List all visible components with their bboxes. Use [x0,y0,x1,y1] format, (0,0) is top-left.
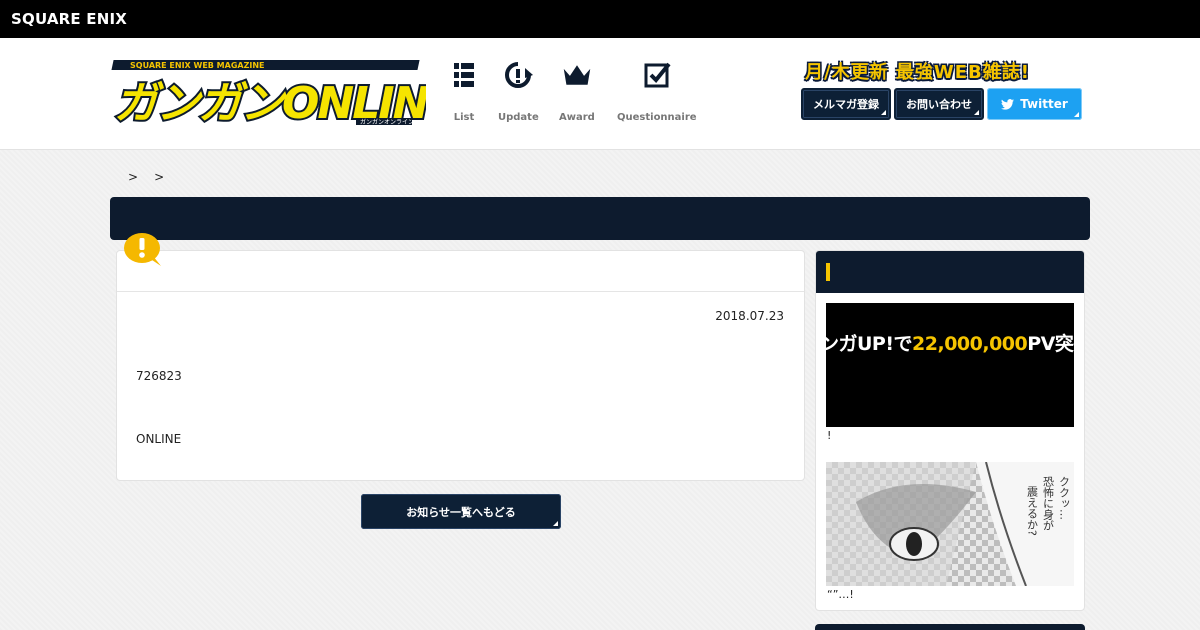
svg-text:震えるか?: 震えるか? [1026,486,1039,536]
breadcrumb-separator: > [154,170,165,184]
nav-update-label: Update [498,112,539,123]
sidebar-header [816,251,1084,293]
sidebar-panel: ンガUP!で22,000,000PV突破 ! ククッ… 恐怖に身が 震えるか? … [815,250,1085,611]
contact-button-label: お問い合わせ [906,98,972,111]
square-enix-logo[interactable]: SQUARE ENIX [11,10,127,28]
sidebar-panel-next [815,624,1085,630]
twitter-button-label: Twitter [1020,97,1068,111]
back-button-label: お知らせ一覧へもどる [406,505,516,519]
twitter-bird-icon [1001,98,1015,110]
banner-headline-part: PV突破 [1027,333,1074,355]
pv-milestone-banner[interactable]: ンガUP!で22,000,000PV突破 [826,303,1074,427]
back-to-news-list-button[interactable]: お知らせ一覧へもどる [361,494,561,529]
mailmag-button[interactable]: メルマガ登録 [801,88,891,120]
article-paragraph: ONLINE [136,432,182,446]
nav-award-label: Award [559,112,595,123]
sidebar-header-accent [826,263,830,281]
site-header: SQUARE ENIX WEB MAGAZINE ガンガンONLINE ガンガン… [0,38,1200,150]
banner-headline-number: 22,000,000 [912,333,1028,355]
checkbox-icon [644,62,671,88]
nav-questionnaire-label: Questionnaire [617,112,697,123]
nav-update[interactable]: Update [498,60,539,123]
svg-text:SQUARE ENIX WEB MAGAZINE: SQUARE ENIX WEB MAGAZINE [130,61,265,70]
article-paragraph: 726823 [136,369,182,383]
banner-caption: “”…! [827,588,854,601]
exclamation-bubble-icon [124,233,161,266]
crown-icon [563,65,591,85]
twitter-button[interactable]: Twitter [987,88,1082,120]
manga-illustration: ククッ… 恐怖に身が 震えるか? [826,462,1074,586]
page-title-banner [110,197,1090,240]
list-icon [454,63,474,87]
svg-text:恐怖に身が: 恐怖に身が [1042,476,1055,531]
corner-arrow-icon [1074,112,1079,117]
svg-text:ガンガンオンライン: ガンガンオンライン [360,118,414,126]
corner-arrow-icon [881,110,886,115]
banner-headline-part: ンガUP!で [826,333,913,355]
nav-list-label: List [453,112,475,123]
news-article: 2018.07.23 726823 ONLINE [116,250,805,481]
nav-list[interactable]: List [449,60,479,123]
manga-promo-banner[interactable]: ククッ… 恐怖に身が 震えるか? [826,462,1074,586]
breadcrumb-separator: > [128,170,139,184]
mailmag-button-label: メルマガ登録 [813,98,879,111]
update-tagline: 月/木更新 最強WEB雑誌! [805,62,1030,83]
update-icon [505,62,534,88]
banner-caption: ! [827,429,832,442]
article-header [117,251,804,292]
corporate-topbar: SQUARE ENIX [0,0,1200,38]
breadcrumb: > > [128,170,164,184]
banner-headline: ンガUP!で22,000,000PV突破 [826,329,1074,356]
contact-button[interactable]: お問い合わせ [894,88,984,120]
nav-questionnaire[interactable]: Questionnaire [617,60,697,123]
corner-arrow-icon [974,110,979,115]
svg-text:ククッ…: ククッ… [1058,476,1071,520]
nav-award[interactable]: Award [559,60,595,123]
gangan-online-logo[interactable]: SQUARE ENIX WEB MAGAZINE ガンガンONLINE ガンガン… [110,58,426,126]
corner-arrow-icon [553,521,558,526]
article-date: 2018.07.23 [715,309,784,323]
